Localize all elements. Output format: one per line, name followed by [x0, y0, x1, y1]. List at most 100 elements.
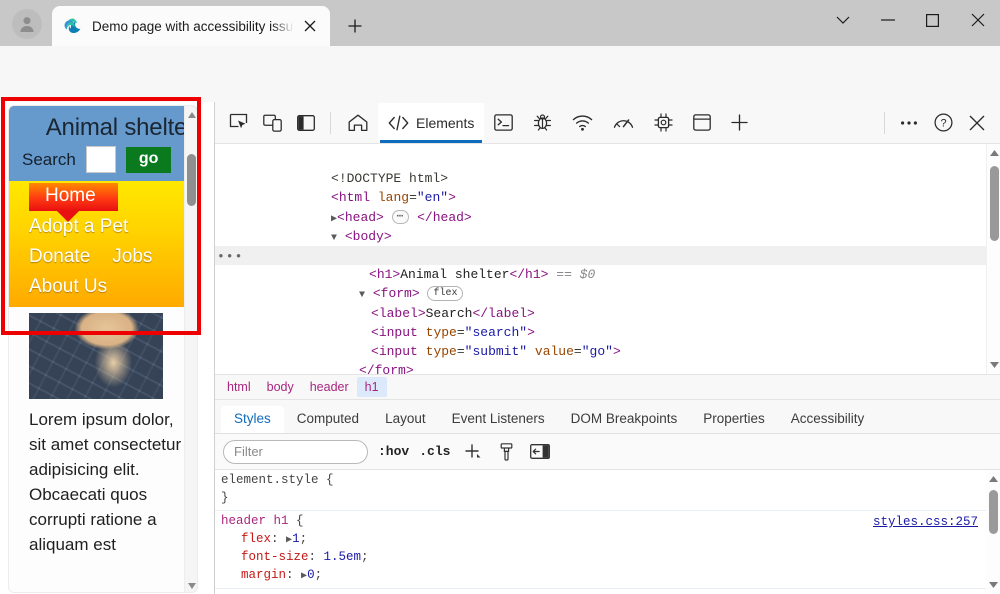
dom-row-selected[interactable]: •••<h1>Animal shelter</h1> == $0	[215, 246, 1000, 265]
declaration-value[interactable]: 1	[292, 532, 300, 546]
hov-toggle[interactable]: :hov	[378, 444, 409, 459]
nav-row: Donate Jobs	[9, 241, 197, 271]
declaration-name[interactable]: margin	[241, 568, 286, 582]
scroll-down-arrow-icon[interactable]	[986, 578, 1000, 592]
dom-row-actions-icon[interactable]: •••	[217, 247, 243, 266]
tab-memory[interactable]	[644, 103, 683, 143]
rule-selector[interactable]: element.style	[221, 473, 319, 487]
tab-performance[interactable]	[603, 103, 644, 143]
tab-sources[interactable]	[523, 103, 562, 143]
dom-row[interactable]: ▶<head> ⋯ </head>	[215, 188, 1000, 207]
devtools-more-button[interactable]	[892, 106, 926, 140]
inspect-element-icon[interactable]	[221, 106, 255, 140]
nav-item-donate[interactable]: Donate	[9, 241, 90, 271]
search-input[interactable]	[86, 146, 116, 173]
site-search-form: Search go	[9, 146, 197, 173]
devtools-toolbar: Elements	[215, 102, 1000, 144]
tab-close-button[interactable]	[296, 12, 324, 40]
minimize-button[interactable]	[865, 0, 910, 40]
tab-elements[interactable]: Elements	[378, 103, 484, 143]
breadcrumb-item-h1[interactable]: h1	[357, 377, 387, 397]
tab-console[interactable]	[484, 103, 523, 143]
window-close-button[interactable]	[955, 0, 1000, 40]
toolbar-divider	[330, 112, 331, 134]
style-brush-icon[interactable]	[494, 440, 518, 464]
profile-avatar[interactable]	[12, 9, 42, 39]
dom-tree-panel[interactable]: <!DOCTYPE html> <html lang="en"> ▶<head>…	[215, 144, 1000, 374]
dom-row[interactable]: ▼ <header> flex	[215, 227, 1000, 246]
style-rule-header-h1[interactable]: styles.css:257 header h1 { flex: ▶1; fon…	[215, 511, 1000, 589]
declaration-name[interactable]: flex	[241, 532, 271, 546]
scrollbar-thumb[interactable]	[989, 490, 998, 534]
tab-event-listeners[interactable]: Event Listeners	[439, 406, 558, 433]
new-tab-button[interactable]	[340, 11, 370, 41]
styles-filter-input[interactable]: Filter	[223, 440, 368, 464]
dom-row[interactable]: <input type="search">	[215, 304, 1000, 323]
declaration-flex[interactable]: flex: ▶1;	[221, 531, 1000, 550]
maximize-icon	[926, 14, 939, 27]
tab-layout[interactable]: Layout	[372, 406, 439, 433]
dom-row[interactable]: <!DOCTYPE html>	[215, 150, 1000, 169]
breadcrumb-item-html[interactable]: html	[219, 377, 259, 397]
declaration-margin[interactable]: margin: ▶0;	[221, 567, 1000, 586]
tab-accessibility[interactable]: Accessibility	[778, 406, 878, 433]
rule-source-link[interactable]: styles.css:257	[873, 514, 978, 532]
tab-application[interactable]	[683, 103, 721, 143]
dom-row[interactable]: </form>	[215, 342, 1000, 361]
rule-selector-line[interactable]: element.style {	[221, 472, 1000, 490]
plus-icon	[731, 114, 748, 131]
plus-new-rule-icon[interactable]	[460, 440, 484, 464]
styles-rules-panel[interactable]: element.style { } styles.css:257 header …	[215, 470, 1000, 594]
go-button[interactable]: go	[126, 147, 172, 173]
breadcrumb-item-body[interactable]: body	[259, 377, 302, 397]
styles-toolbar: Filter :hov .cls	[215, 434, 1000, 470]
dom-row[interactable]: <input type="submit" value="go">	[215, 323, 1000, 342]
devtools-close-button[interactable]	[960, 106, 994, 140]
scroll-up-arrow-icon[interactable]	[185, 108, 198, 121]
breadcrumb-item-header[interactable]: header	[302, 377, 357, 397]
rule-selector[interactable]: header h1	[221, 514, 289, 528]
declaration-name[interactable]: font-size	[241, 550, 309, 564]
tab-more-tools[interactable]	[721, 103, 758, 143]
tab-actions-button[interactable]	[820, 0, 865, 40]
close-icon	[304, 20, 316, 32]
tab-welcome[interactable]	[338, 103, 378, 143]
nav-item-home[interactable]: Home	[29, 183, 118, 211]
devtools-help-button[interactable]: ?	[926, 106, 960, 140]
dom-row[interactable]: ▼ <form> flex	[215, 265, 1000, 284]
styles-scrollbar[interactable]	[986, 470, 1000, 594]
device-emulation-icon[interactable]	[255, 106, 289, 140]
scrollbar-thumb[interactable]	[990, 166, 999, 241]
style-rule-element[interactable]: element.style { }	[215, 470, 1000, 511]
dom-row[interactable]: </header>	[215, 361, 1000, 374]
browser-tab[interactable]: Demo page with accessibility issu	[52, 6, 330, 46]
tab-network[interactable]	[562, 103, 603, 143]
tab-computed[interactable]: Computed	[284, 406, 372, 433]
dom-row[interactable]: <html lang="en">	[215, 169, 1000, 188]
page-scrollbar[interactable]	[184, 106, 197, 593]
maximize-button[interactable]	[910, 0, 955, 40]
cls-toggle[interactable]: .cls	[419, 444, 450, 459]
scroll-down-arrow-icon[interactable]	[987, 358, 1000, 372]
tab-dom-breakpoints[interactable]: DOM Breakpoints	[558, 406, 691, 433]
scroll-up-arrow-icon[interactable]	[987, 146, 1000, 160]
scroll-up-arrow-icon[interactable]	[986, 472, 1000, 486]
declaration-font-size[interactable]: font-size: 1.5em;	[221, 549, 1000, 567]
nav-item-about[interactable]: About Us	[9, 271, 197, 301]
dom-tree-scrollbar[interactable]	[986, 144, 1000, 374]
scroll-down-arrow-icon[interactable]	[185, 579, 198, 592]
tab-styles[interactable]: Styles	[221, 406, 284, 433]
declaration-value[interactable]: 1.5em	[324, 550, 362, 564]
dom-row[interactable]: ▼ <body>	[215, 208, 1000, 227]
dock-side-icon[interactable]	[289, 106, 323, 140]
declaration-value[interactable]: 0	[307, 568, 315, 582]
toggle-computed-sidebar-icon[interactable]	[528, 440, 552, 464]
scrollbar-thumb[interactable]	[187, 154, 196, 206]
navigation-bar: microsoftedge.github.io/Demos/devtools-a…	[0, 46, 1000, 102]
tab-properties[interactable]: Properties	[690, 406, 778, 433]
network-wifi-icon	[572, 115, 593, 131]
nav-item-adopt[interactable]: Adopt a Pet	[9, 211, 197, 241]
dom-row[interactable]: <label>Search</label>	[215, 284, 1000, 303]
nav-item-jobs[interactable]: Jobs	[112, 241, 152, 271]
site-title: Animal shelter	[9, 114, 197, 142]
